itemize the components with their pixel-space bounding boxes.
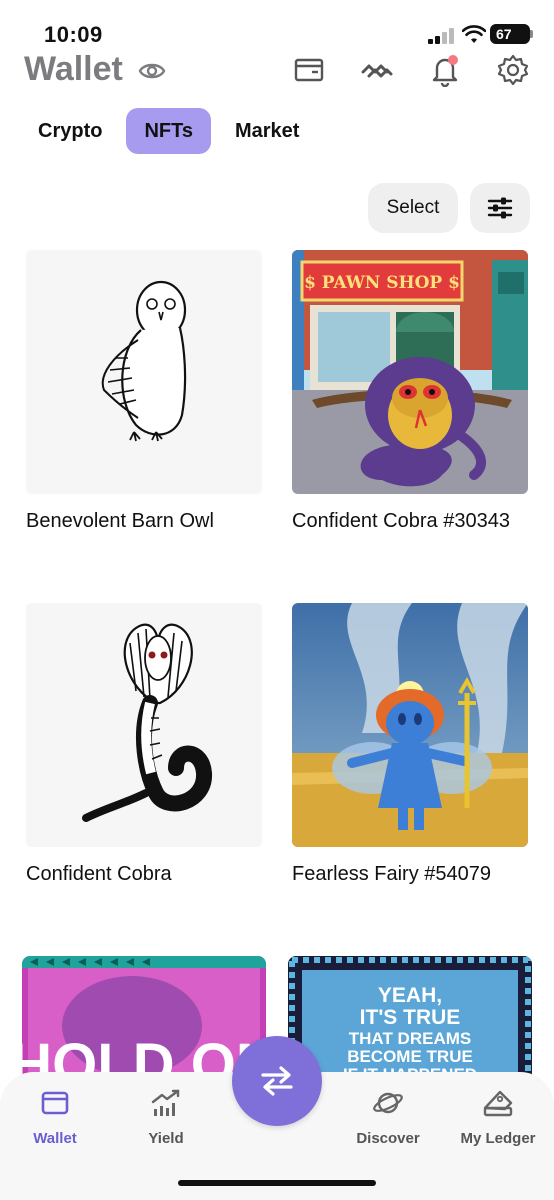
nft-card[interactable]: $ PAWN SHOP $ Confident Cobra #30343 bbox=[292, 250, 532, 533]
nav-label: Discover bbox=[356, 1130, 420, 1147]
cell-signal-icon bbox=[428, 28, 456, 44]
poster-line-3: THAT DREAMS bbox=[349, 1029, 471, 1048]
wallet-card-button[interactable] bbox=[292, 52, 326, 88]
nft-name: Confident Cobra #30343 bbox=[292, 510, 510, 532]
walletconnect-button[interactable] bbox=[360, 52, 394, 88]
gear-icon bbox=[497, 54, 529, 86]
select-button[interactable]: Select bbox=[368, 183, 458, 233]
wifi-icon bbox=[462, 25, 486, 43]
poster-line-4: BECOME TRUE bbox=[347, 1047, 473, 1066]
nav-label: My Ledger bbox=[460, 1130, 536, 1147]
nav-my-ledger[interactable]: My Ledger bbox=[448, 1086, 548, 1147]
owl-sketch-art bbox=[26, 250, 262, 494]
nft-thumbnail-cobra-pawn: $ PAWN SHOP $ bbox=[292, 250, 528, 494]
nft-thumbnail-cobra-sketch bbox=[26, 603, 262, 847]
battery-icon: 67 bbox=[490, 24, 530, 44]
settings-button[interactable] bbox=[496, 52, 530, 88]
battery-nub bbox=[530, 30, 533, 38]
fairy-tornado-art bbox=[292, 603, 528, 847]
nav-wallet[interactable]: Wallet bbox=[5, 1086, 105, 1147]
sliders-icon bbox=[487, 197, 513, 219]
nft-card[interactable]: Confident Cobra bbox=[26, 603, 266, 886]
poster-line-1: YEAH, bbox=[378, 984, 442, 1007]
nav-yield[interactable]: Yield bbox=[116, 1086, 216, 1147]
swap-button[interactable] bbox=[232, 1036, 322, 1126]
swap-arrows-icon bbox=[261, 1066, 293, 1096]
cobra-sketch-art bbox=[26, 603, 262, 847]
bell-icon bbox=[432, 55, 458, 87]
status-time: 10:09 bbox=[44, 22, 103, 47]
nav-label: Wallet bbox=[33, 1130, 77, 1147]
page-title: Wallet bbox=[24, 50, 123, 88]
battery-level: 67 bbox=[496, 26, 512, 42]
poster-line-2: IT'S TRUE bbox=[360, 1006, 461, 1029]
nav-label: Yield bbox=[148, 1130, 184, 1147]
walletconnect-icon bbox=[361, 64, 393, 78]
wallet-card-icon bbox=[294, 58, 324, 82]
nft-thumbnail-fairy bbox=[292, 603, 528, 847]
asset-tabs: Crypto NFTs Market bbox=[20, 108, 317, 154]
ledger-device-icon bbox=[483, 1090, 513, 1117]
nft-name: Fearless Fairy #54079 bbox=[292, 863, 491, 885]
nft-name: Confident Cobra bbox=[26, 863, 172, 885]
nft-name: Benevolent Barn Owl bbox=[26, 510, 214, 532]
tab-nfts[interactable]: NFTs bbox=[126, 108, 211, 154]
wallet-icon bbox=[41, 1091, 69, 1115]
chart-growth-icon bbox=[151, 1089, 180, 1116]
eye-icon[interactable] bbox=[138, 58, 166, 84]
svg-text:$ PAWN SHOP $: $ PAWN SHOP $ bbox=[304, 273, 460, 293]
filter-button[interactable] bbox=[470, 183, 530, 233]
cobra-pawn-shop-art: $ PAWN SHOP $ bbox=[292, 250, 528, 494]
home-indicator[interactable] bbox=[178, 1180, 376, 1186]
tab-crypto[interactable]: Crypto bbox=[20, 108, 120, 154]
tab-market[interactable]: Market bbox=[217, 108, 317, 154]
nft-thumbnail-owl bbox=[26, 250, 262, 494]
nft-card[interactable]: Fearless Fairy #54079 bbox=[292, 603, 532, 886]
nav-discover[interactable]: Discover bbox=[338, 1086, 438, 1147]
nft-card[interactable]: Benevolent Barn Owl bbox=[26, 250, 266, 533]
notifications-button[interactable] bbox=[428, 52, 462, 88]
planet-icon bbox=[373, 1092, 403, 1114]
